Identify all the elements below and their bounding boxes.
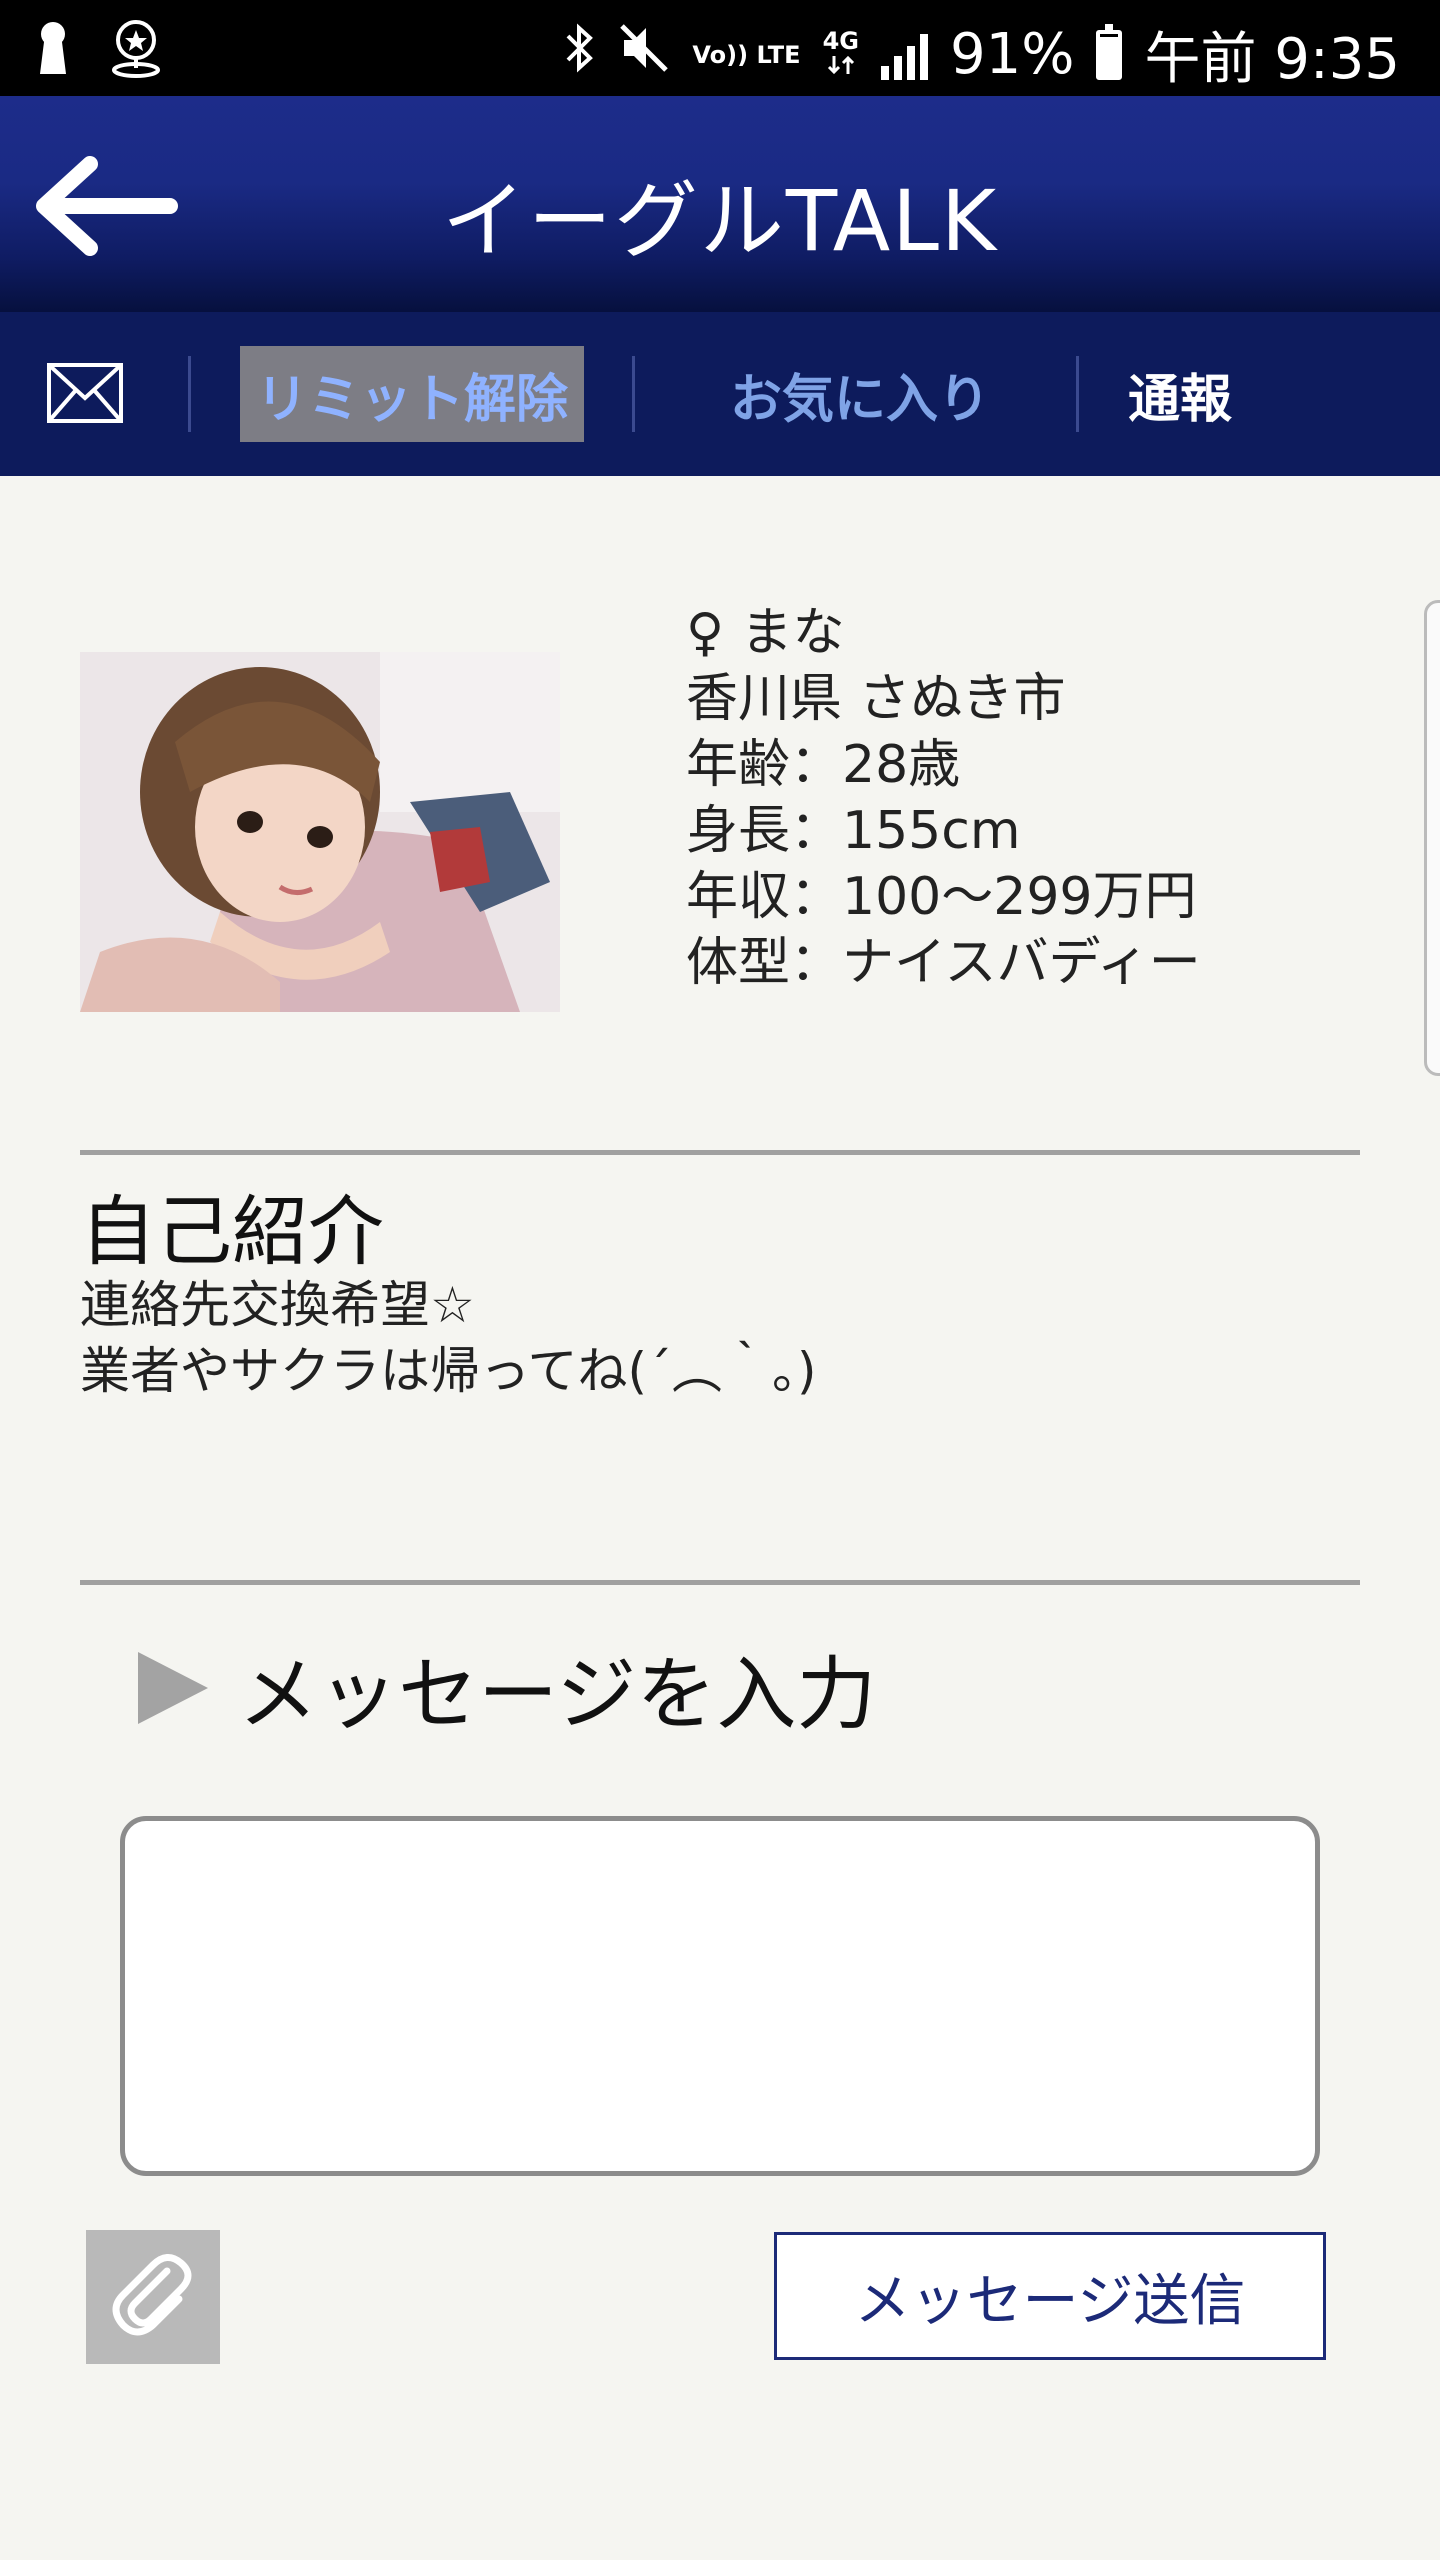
intro-text: 連絡先交換希望☆ 業者やサクラは帰ってね(´︵｀。) bbox=[80, 1272, 817, 1404]
profile-photo[interactable] bbox=[80, 652, 560, 1012]
attach-button[interactable] bbox=[86, 2230, 220, 2364]
mail-icon bbox=[47, 363, 123, 423]
favorite-button[interactable]: お気に入り bbox=[700, 346, 1020, 442]
message-heading-label: メッセージを入力 bbox=[238, 1648, 877, 1741]
section-divider bbox=[80, 1580, 1360, 1585]
signal-icon bbox=[880, 30, 928, 80]
action-bar: リミット解除 お気に入り 通報 bbox=[0, 312, 1440, 476]
battery-percent: 91% bbox=[949, 22, 1075, 87]
paperclip-icon bbox=[112, 2254, 192, 2336]
report-button[interactable]: 通報 bbox=[1110, 346, 1250, 442]
status-bar: Vo)) LTE 4G 91% 午前 9:35 bbox=[0, 0, 1440, 96]
profile-info: ♀ まな 香川県 さぬき市 年齢：28歳 身長：155cm 年収：100～299… bbox=[686, 600, 1201, 996]
mute-icon bbox=[618, 22, 670, 88]
profile-location: 香川県 さぬき市 bbox=[686, 669, 1066, 729]
bluetooth-icon bbox=[562, 20, 596, 90]
intro-heading: 自己紹介 bbox=[80, 1187, 384, 1276]
triangle-right-icon bbox=[138, 1652, 208, 1724]
divider bbox=[188, 356, 191, 432]
page-title: イーグルTALK bbox=[441, 172, 999, 270]
mail-button[interactable] bbox=[46, 362, 124, 424]
message-heading: メッセージを入力 bbox=[138, 1630, 876, 1746]
section-divider bbox=[80, 1150, 1360, 1155]
send-message-button[interactable]: メッセージ送信 bbox=[774, 2232, 1326, 2360]
intro-line: 業者やサクラは帰ってね(´︵｀。) bbox=[80, 1342, 817, 1400]
clock: 午前 9:35 bbox=[1144, 27, 1400, 92]
side-panel-handle[interactable] bbox=[1424, 600, 1440, 1076]
location-star-icon bbox=[110, 18, 162, 82]
profile-body-type: 体型：ナイスバディー bbox=[686, 933, 1201, 993]
intro-line: 連絡先交換希望☆ bbox=[80, 1276, 475, 1334]
battery-icon bbox=[1096, 23, 1123, 80]
divider bbox=[632, 356, 635, 432]
volte-icon: Vo)) LTE bbox=[692, 40, 801, 69]
profile-height: 身長：155cm bbox=[686, 801, 1021, 861]
app-header: イーグルTALK bbox=[0, 96, 1440, 312]
4g-icon: 4G bbox=[823, 28, 859, 81]
keyhole-icon bbox=[36, 20, 70, 80]
profile-income: 年収：100～299万円 bbox=[686, 867, 1197, 927]
profile-name: ♀ まな bbox=[686, 603, 845, 663]
divider bbox=[1076, 356, 1079, 432]
limit-release-button[interactable]: リミット解除 bbox=[240, 346, 584, 442]
message-input[interactable] bbox=[120, 1816, 1320, 2176]
profile-photo-image bbox=[80, 652, 560, 1012]
profile-age: 年齢：28歳 bbox=[686, 735, 961, 795]
